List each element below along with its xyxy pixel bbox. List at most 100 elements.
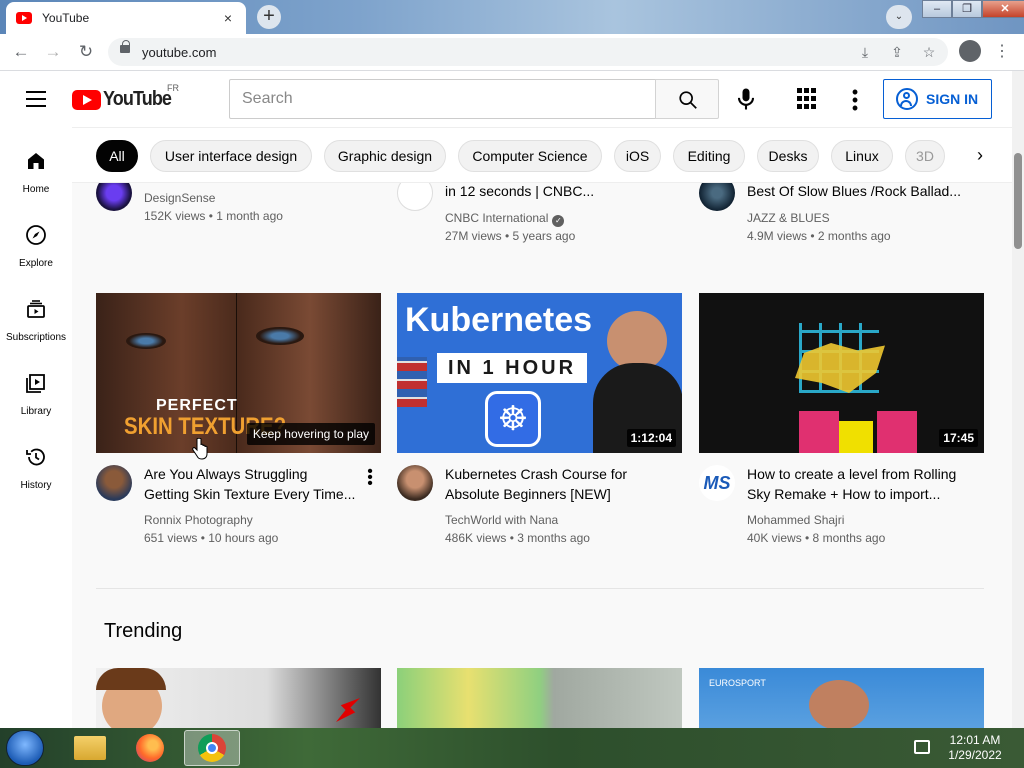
search-input[interactable] <box>230 80 655 118</box>
video-meta: 152K views • 1 month ago <box>144 209 283 223</box>
settings-kebab-icon[interactable]: • • • <box>848 83 862 117</box>
minimize-button[interactable]: ‒ <box>922 0 952 18</box>
share-icon[interactable]: ⇪ <box>886 40 908 64</box>
hover-to-play-label: Keep hovering to play <box>246 423 375 445</box>
guide-label: History <box>20 480 52 491</box>
reload-icon[interactable]: ↻ <box>74 40 98 64</box>
chip-all[interactable]: All <box>96 140 138 172</box>
chip-computer-science[interactable]: Computer Science <box>458 140 602 172</box>
video-meta: 486K views • 3 months ago <box>445 531 590 545</box>
bookmark-star-icon[interactable]: ☆ <box>918 40 940 64</box>
sign-in-button[interactable]: SIGN IN <box>883 79 992 119</box>
chip-bar: All User interface design Graphic design… <box>72 127 1012 183</box>
video-thumbnail[interactable]: PERFECT SKIN TEXTURE? Keep hovering to p… <box>96 293 381 453</box>
browser-menu-icon[interactable]: ⋮ <box>994 41 1010 61</box>
tab-title: YouTube <box>42 11 90 25</box>
youtube-logo[interactable]: YouTube FR <box>72 83 179 111</box>
browser-tabstrip: YouTube × + ⌄ ‒ ❐ ✕ <box>0 0 1024 34</box>
video-title[interactable]: Best Of Slow Blues /Rock Ballad... <box>747 183 967 201</box>
channel-avatar[interactable] <box>397 465 433 501</box>
channel-avatar-cnbc[interactable] <box>397 183 433 211</box>
close-window-button[interactable]: ✕ <box>982 0 1024 18</box>
trending-thumbnail[interactable]: EUROSPORT <box>699 668 984 728</box>
chevron-right-icon[interactable]: › <box>970 142 990 170</box>
new-tab-button[interactable]: + <box>257 5 281 29</box>
channel-name[interactable]: TechWorld with Nana <box>445 513 558 527</box>
back-icon[interactable]: ← <box>9 40 33 64</box>
video-title[interactable]: Kubernetes Crash Course for Absolute Beg… <box>445 464 665 504</box>
network-tray-icon[interactable] <box>914 740 930 754</box>
video-title[interactable]: Are You Always Struggling Getting Skin T… <box>144 464 364 504</box>
system-clock[interactable]: 12:01 AM 1/29/2022 <box>940 733 1010 763</box>
video-card-skin-texture[interactable]: PERFECT SKIN TEXTURE? Keep hovering to p… <box>96 293 382 553</box>
guide-item-explore[interactable]: Explore <box>0 223 72 269</box>
guide-item-subscriptions[interactable]: Subscriptions <box>0 297 72 343</box>
voice-search-button[interactable] <box>732 85 760 113</box>
channel-name[interactable]: Mohammed Shajri <box>747 513 844 527</box>
video-menu-icon[interactable]: • • • <box>366 464 374 492</box>
chip-linux[interactable]: Linux <box>831 140 893 172</box>
page-scrollbar[interactable] <box>1012 71 1024 728</box>
guide-item-history[interactable]: History <box>0 445 72 491</box>
chip-user-interface-design[interactable]: User interface design <box>150 140 312 172</box>
channel-avatar[interactable] <box>96 465 132 501</box>
search-box <box>229 79 656 119</box>
profile-avatar-icon[interactable] <box>959 40 981 62</box>
taskbar-firefox[interactable] <box>123 730 179 766</box>
channel-name[interactable]: JAZZ & BLUES <box>747 211 830 225</box>
channel-name[interactable]: Ronnix Photography <box>144 513 253 527</box>
tab-search-button[interactable]: ⌄ <box>886 5 912 29</box>
video-thumbnail[interactable]: Kubernetes IN 1 HOUR ☸ 1:12:04 <box>397 293 682 453</box>
channel-name[interactable]: CNBC International ✓ <box>445 211 565 227</box>
youtube-logo-text: YouTube <box>103 88 172 110</box>
youtube-favicon-icon <box>16 12 32 24</box>
chrome-icon <box>198 734 226 762</box>
url-text: youtube.com <box>142 45 217 60</box>
trending-thumbnail[interactable] <box>96 668 381 728</box>
screen: YouTube × + ⌄ ‒ ❐ ✕ ← → ↻ youtube.com ⤓ … <box>0 0 1024 768</box>
hamburger-menu-icon[interactable] <box>26 91 46 107</box>
country-code: FR <box>167 83 179 93</box>
scrollbar-thumb[interactable] <box>1014 153 1022 249</box>
guide-item-library[interactable]: Library <box>0 371 72 417</box>
home-icon <box>28 153 44 169</box>
guide-item-home[interactable]: Home <box>0 149 72 195</box>
taskbar-explorer[interactable] <box>62 730 118 766</box>
video-title[interactable]: in 12 seconds | CNBC... <box>445 183 665 201</box>
taskbar-chrome[interactable] <box>184 730 240 766</box>
tab-close-icon[interactable]: × <box>220 10 236 26</box>
history-icon <box>26 448 45 466</box>
chip-graphic-design[interactable]: Graphic design <box>324 140 446 172</box>
sign-in-label: SIGN IN <box>926 91 979 107</box>
channel-avatar[interactable] <box>96 183 132 211</box>
maximize-button[interactable]: ❐ <box>952 0 982 18</box>
channel-name[interactable]: DesignSense <box>144 191 215 205</box>
youtube-logo-icon <box>72 89 101 110</box>
forward-icon[interactable]: → <box>41 40 65 64</box>
subscriptions-icon <box>27 300 45 318</box>
channel-avatar[interactable] <box>699 183 735 211</box>
chip-editing[interactable]: Editing <box>673 140 745 172</box>
search-button[interactable] <box>655 79 719 119</box>
chip-3d[interactable]: 3D <box>905 140 945 172</box>
guide-label: Subscriptions <box>5 332 67 343</box>
chip-desks[interactable]: Desks <box>757 140 819 172</box>
trending-thumbnail[interactable] <box>397 668 682 728</box>
search-icon <box>679 91 697 109</box>
apps-grid-icon[interactable] <box>797 88 819 110</box>
address-bar[interactable]: youtube.com ⤓ ⇪ ☆ <box>108 38 948 66</box>
install-icon[interactable]: ⤓ <box>854 40 876 64</box>
channel-avatar[interactable]: MS <box>699 465 735 501</box>
lock-icon <box>120 40 130 53</box>
browser-tab-youtube[interactable]: YouTube × <box>6 2 246 34</box>
video-duration: 17:45 <box>939 429 978 447</box>
firefox-icon <box>136 734 164 762</box>
start-button[interactable] <box>6 730 44 766</box>
red-arrow-icon <box>336 698 360 722</box>
eurosport-logo: EUROSPORT <box>709 678 766 688</box>
video-card-rolling-sky[interactable]: 17:45 MS How to create a level from Roll… <box>699 293 985 553</box>
video-thumbnail[interactable]: 17:45 <box>699 293 984 453</box>
chip-ios[interactable]: iOS <box>614 140 661 172</box>
video-card-kubernetes[interactable]: Kubernetes IN 1 HOUR ☸ 1:12:04 Kubernete… <box>397 293 683 553</box>
video-title[interactable]: How to create a level from Rolling Sky R… <box>747 464 967 504</box>
